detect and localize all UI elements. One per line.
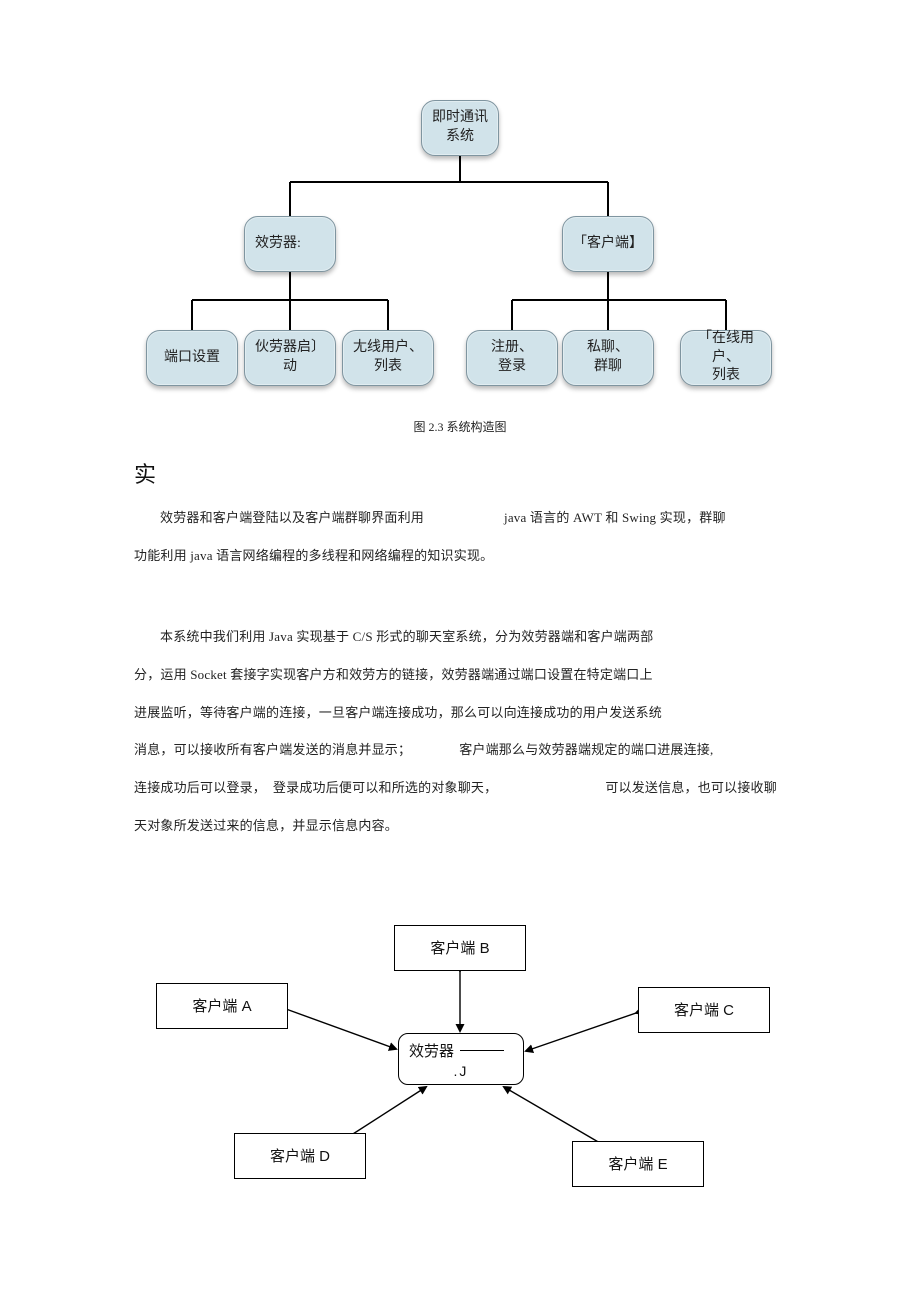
- node-register-login: 注册、 登录: [466, 330, 558, 386]
- node-server-start: 伙劳器启〕 动: [244, 330, 336, 386]
- system-architecture-tree: 即时通讯 系统 效劳器: 「客户端】 端口设置 伙劳器启〕 动 尢线用户、 列表…: [140, 100, 780, 410]
- para1-a: 效劳器和客户端登陆以及客户端群聊界面利用: [160, 510, 424, 525]
- server-sub-label: .J: [409, 1063, 513, 1079]
- node-server: 效劳器:: [244, 216, 336, 272]
- tree-caption: 图 2.3 系统构造图: [0, 418, 920, 435]
- server-box: 效劳器 .J: [398, 1033, 524, 1085]
- para1-c: 功能利用 java 语言网络编程的多线程和网络编程的知识实现。: [134, 548, 493, 563]
- para2-e2: 登录成功后便可以和所选的对象聊天，: [273, 780, 497, 795]
- para2-e3: 可以发送信息，也可以接收聊: [605, 780, 777, 795]
- client-a-label: 客户端 A: [192, 995, 251, 1016]
- client-e-box: 客户端 E: [572, 1141, 704, 1187]
- document-page: 即时通讯 系统 效劳器: 「客户端】 端口设置 伙劳器启〕 动 尢线用户、 列表…: [0, 0, 920, 1205]
- client-d-label: 客户端 D: [270, 1145, 330, 1166]
- client-b-label: 客户端 B: [430, 937, 489, 958]
- client-c-label: 客户端 C: [674, 999, 734, 1020]
- node-root: 即时通讯 系统: [421, 100, 499, 156]
- client-a-box: 客户端 A: [156, 983, 288, 1029]
- client-c-box: 客户端 C: [638, 987, 770, 1033]
- client-d-box: 客户端 D: [234, 1133, 366, 1179]
- para2-e1: 连接成功后可以登录，: [134, 780, 266, 795]
- node-offline-user-list: 尢线用户、 列表: [342, 330, 434, 386]
- node-offline-user-list-label: 尢线用户、 列表: [353, 339, 423, 377]
- node-client: 「客户端】: [562, 216, 654, 272]
- paragraph-1: 效劳器和客户端登陆以及客户端群聊界面利用 java 语言的 AWT 和 Swing…: [134, 499, 800, 574]
- client-server-star-diagram: 客户端 B 客户端 A 客户端 C 效劳器 .J 客户端 D 客户端 E: [130, 905, 790, 1205]
- para2-d2: 客户端那么与效劳器端规定的端口进展连接,: [459, 742, 713, 757]
- client-b-box: 客户端 B: [394, 925, 526, 971]
- node-private-group-chat: 私聊、 群聊: [562, 330, 654, 386]
- node-online-user-list: 「在线用户、 列表: [680, 330, 772, 386]
- para2-c: 进展监听，等待客户端的连接，一旦客户端连接成功，那么可以向连接成功的用户发送系统: [134, 705, 662, 720]
- para2-a: 本系统中我们利用 Java 实现基于 C/S 形式的聊天室系统，分为效劳器端和客…: [160, 629, 653, 644]
- node-private-group-chat-label: 私聊、 群聊: [587, 339, 629, 377]
- node-server-label: 效劳器:: [255, 235, 301, 254]
- node-server-start-label: 伙劳器启〕 动: [255, 339, 325, 377]
- node-port-settings: 端口设置: [146, 330, 238, 386]
- client-e-label: 客户端 E: [608, 1153, 667, 1174]
- para2-b: 分，运用 Socket 套接字实现客户方和效劳方的链接，效劳器端通过端口设置在特…: [134, 667, 653, 682]
- server-label: 效劳器: [409, 1040, 454, 1061]
- node-register-login-label: 注册、 登录: [491, 339, 533, 377]
- para1-b: java 语言的 AWT 和 Swing 实现，群聊: [504, 510, 726, 525]
- node-online-user-list-label: 「在线用户、 列表: [685, 330, 767, 387]
- para2-f: 天对象所发送过来的信息，并显示信息内容。: [134, 818, 398, 833]
- section-heading: 实: [134, 457, 920, 489]
- node-root-label: 即时通讯 系统: [432, 109, 488, 147]
- para2-d1: 消息，可以接收所有客户端发送的消息并显示；: [134, 742, 411, 757]
- paragraph-2: 本系统中我们利用 Java 实现基于 C/S 形式的聊天室系统，分为效劳器端和客…: [134, 618, 800, 844]
- node-port-settings-label: 端口设置: [164, 349, 220, 368]
- node-client-label: 「客户端】: [573, 235, 643, 254]
